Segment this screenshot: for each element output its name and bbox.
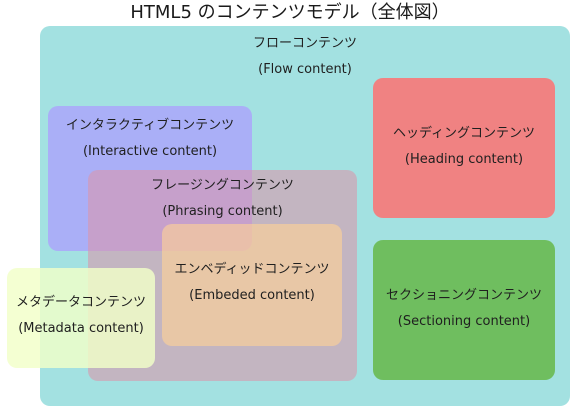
interactive-content-en: (Interactive content) xyxy=(82,144,218,159)
phrasing-content-label: フレージングコンテンツ (Phrasing content) xyxy=(88,177,357,221)
diagram-title: HTML5 のコンテンツモデル（全体図） xyxy=(130,2,450,23)
flow-content-en: (Flow content) xyxy=(258,62,352,77)
interactive-content-ja: インタラクティブコンテンツ xyxy=(65,118,235,133)
embedded-content-ja: エンベディッドコンテンツ xyxy=(174,262,330,277)
flow-content-label: フローコンテンツ (Flow content) xyxy=(40,35,570,79)
metadata-content-label: メタデータコンテンツ (Metadata content) xyxy=(7,294,155,338)
sectioning-content-ja: セクショニングコンテンツ xyxy=(385,288,542,303)
sectioning-content-box: セクショニングコンテンツ (Sectioning content) xyxy=(373,240,555,380)
metadata-content-ja: メタデータコンテンツ xyxy=(15,295,146,310)
metadata-content-box: メタデータコンテンツ (Metadata content) xyxy=(7,268,155,368)
embedded-content-box: エンベディッドコンテンツ (Embeded content) xyxy=(162,224,342,346)
phrasing-content-en: (Phrasing content) xyxy=(162,204,283,219)
heading-content-box: ヘッディングコンテンツ (Heading content) xyxy=(373,78,555,218)
phrasing-content-ja: フレージングコンテンツ xyxy=(151,178,294,193)
heading-content-ja: ヘッディングコンテンツ xyxy=(392,126,536,141)
heading-content-label: ヘッディングコンテンツ (Heading content) xyxy=(373,125,555,169)
embedded-content-en: (Embeded content) xyxy=(189,288,315,303)
interactive-content-label: インタラクティブコンテンツ (Interactive content) xyxy=(48,117,252,161)
embedded-content-label: エンベディッドコンテンツ (Embeded content) xyxy=(162,261,342,305)
metadata-content-en: (Metadata content) xyxy=(18,321,144,336)
sectioning-content-en: (Sectioning content) xyxy=(397,314,531,329)
sectioning-content-label: セクショニングコンテンツ (Sectioning content) xyxy=(373,287,555,331)
heading-content-en: (Heading content) xyxy=(404,152,524,167)
flow-content-ja: フローコンテンツ xyxy=(252,36,357,51)
